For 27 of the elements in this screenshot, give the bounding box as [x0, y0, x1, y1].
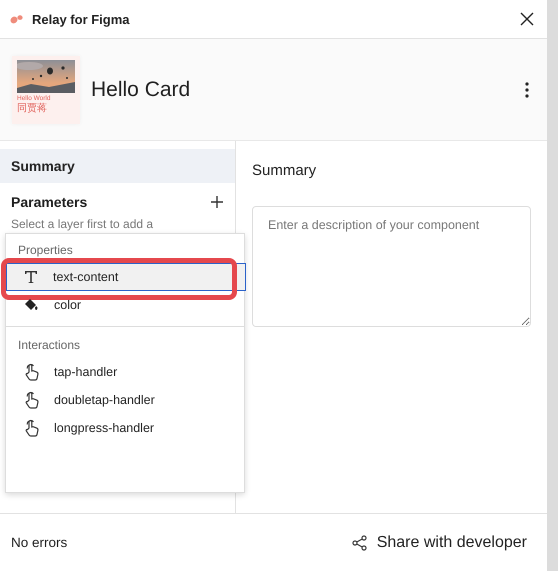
thumbnail-subtitle: 同贾蒋 — [17, 104, 48, 114]
summary-title: Summary — [252, 162, 318, 179]
share-icon — [352, 534, 367, 550]
text-icon — [23, 270, 39, 284]
status-text: No errors — [11, 535, 68, 550]
component-name: Hello Card — [91, 78, 192, 102]
logo-icon — [10, 14, 23, 24]
paint-bucket-icon — [24, 298, 40, 312]
menu-item[interactable]: doubletap-handler — [6, 386, 244, 414]
section-title: Properties — [17, 242, 74, 259]
section-title: Interactions — [17, 337, 82, 354]
pointing-hand-icon — [24, 391, 40, 409]
pointing-hand-icon — [24, 363, 40, 381]
menu-item[interactable]: tap-handler — [6, 358, 244, 386]
menu-item[interactable]: color — [6, 291, 244, 319]
close-icon[interactable] — [520, 12, 534, 26]
window-title: Relay for Figma — [32, 12, 130, 26]
hint-text: Select a layer first to add a — [10, 217, 154, 231]
sidebar-item[interactable]: Summary — [0, 149, 235, 183]
description-field[interactable]: Enter a description of your component — [252, 206, 531, 327]
menu-item[interactable]: text-content — [6, 263, 246, 291]
menu-item[interactable]: longpress-handler — [6, 414, 244, 442]
pointing-hand-icon — [24, 419, 40, 437]
share-button[interactable]: Share with developer — [352, 534, 527, 552]
add-icon[interactable] — [211, 196, 223, 208]
parameters-title: Parameters — [11, 194, 88, 210]
more-options-icon[interactable] — [525, 82, 529, 98]
